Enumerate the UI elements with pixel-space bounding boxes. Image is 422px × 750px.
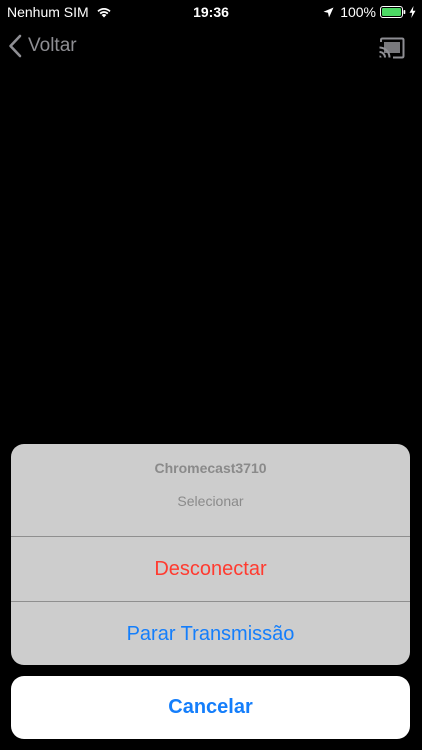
back-button[interactable]: Voltar: [8, 34, 77, 58]
location-arrow-icon: [323, 7, 334, 17]
status-bar: Nenhum SIM 19:36 100%: [0, 0, 422, 24]
back-label: Voltar: [28, 35, 77, 56]
battery-icon: [380, 6, 406, 18]
status-right: 100%: [323, 4, 416, 20]
cast-connected-icon[interactable]: [378, 37, 406, 59]
charging-bolt-icon: [409, 6, 416, 18]
action-sheet-header: Chromecast3710 Selecionar: [11, 444, 410, 536]
chevron-left-icon: [9, 34, 22, 58]
cancel-button[interactable]: Cancelar: [11, 676, 410, 739]
navigation-bar: Voltar: [0, 28, 422, 68]
cancel-label: Cancelar: [168, 696, 253, 718]
battery-percent: 100%: [340, 4, 376, 20]
action-sheet: Chromecast3710 Selecionar Desconectar Pa…: [11, 444, 410, 665]
action-sheet-message: Selecionar: [177, 493, 244, 509]
action-sheet-title: Chromecast3710: [154, 460, 267, 476]
disconnect-button[interactable]: Desconectar: [11, 537, 410, 601]
stop-casting-button[interactable]: Parar Transmissão: [11, 602, 410, 665]
